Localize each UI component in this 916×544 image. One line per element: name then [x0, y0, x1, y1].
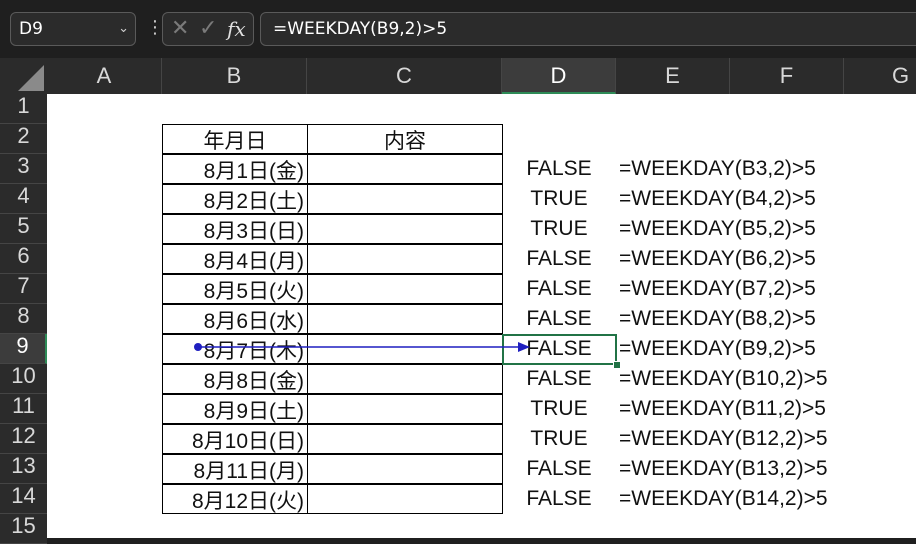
row-header-15[interactable]: 15 — [0, 514, 47, 544]
formula-input[interactable]: =WEEKDAY(B9,2)>5 — [260, 12, 916, 46]
formula-bar-area: D9 ⌄ ⋮ ✕ ✓ fx =WEEKDAY(B9,2)>5 — [0, 0, 916, 58]
cell-grid[interactable]: 年月日 内容 8月1日(金) FALSE =WEEKDAY(B3,2)>5 8月2日(土)… — [47, 94, 916, 538]
column-header-g[interactable]: G — [844, 58, 916, 94]
column-header-d[interactable]: D — [502, 58, 616, 94]
formula-buttons: ✕ ✓ fx — [162, 12, 254, 46]
x-icon[interactable]: ✕ — [171, 13, 189, 45]
row-header-8[interactable]: 8 — [0, 304, 47, 334]
worksheet: ABCDEFG 1 2 3 4 5 6 7 8 9 10 11 12 13 14 15 年月日 内容 8月1日(… — [0, 58, 916, 544]
row-header-6[interactable]: 6 — [0, 244, 47, 274]
row-header-14[interactable]: 14 — [0, 484, 47, 514]
row-header-5[interactable]: 5 — [0, 214, 47, 244]
row-header-13[interactable]: 13 — [0, 454, 47, 484]
chevron-down-icon[interactable]: ⌄ — [118, 13, 129, 45]
row-header-3[interactable]: 3 — [0, 154, 47, 184]
row-header-1[interactable]: 1 — [0, 94, 47, 124]
trace-arrow-head — [518, 342, 530, 352]
select-all-triangle-icon — [18, 65, 44, 91]
column-header-c[interactable]: C — [307, 58, 502, 94]
row-header-7[interactable]: 7 — [0, 274, 47, 304]
check-icon[interactable]: ✓ — [199, 13, 217, 45]
name-box[interactable]: D9 ⌄ — [10, 12, 136, 46]
column-header-f[interactable]: F — [730, 58, 844, 94]
trace-precedent-arrow — [194, 342, 530, 352]
select-all-button[interactable] — [0, 58, 47, 94]
row-header-2[interactable]: 2 — [0, 124, 47, 154]
row-header-4[interactable]: 4 — [0, 184, 47, 214]
fx-icon[interactable]: fx — [227, 13, 246, 45]
row-header-10[interactable]: 10 — [0, 364, 47, 394]
row-header-11[interactable]: 11 — [0, 394, 47, 424]
column-header-e[interactable]: E — [616, 58, 730, 94]
row-header-9[interactable]: 9 — [0, 334, 47, 364]
name-box-value: D9 — [19, 19, 43, 39]
row-header-12[interactable]: 12 — [0, 424, 47, 454]
column-header-a[interactable]: A — [47, 58, 162, 94]
column-header-b[interactable]: B — [162, 58, 307, 94]
